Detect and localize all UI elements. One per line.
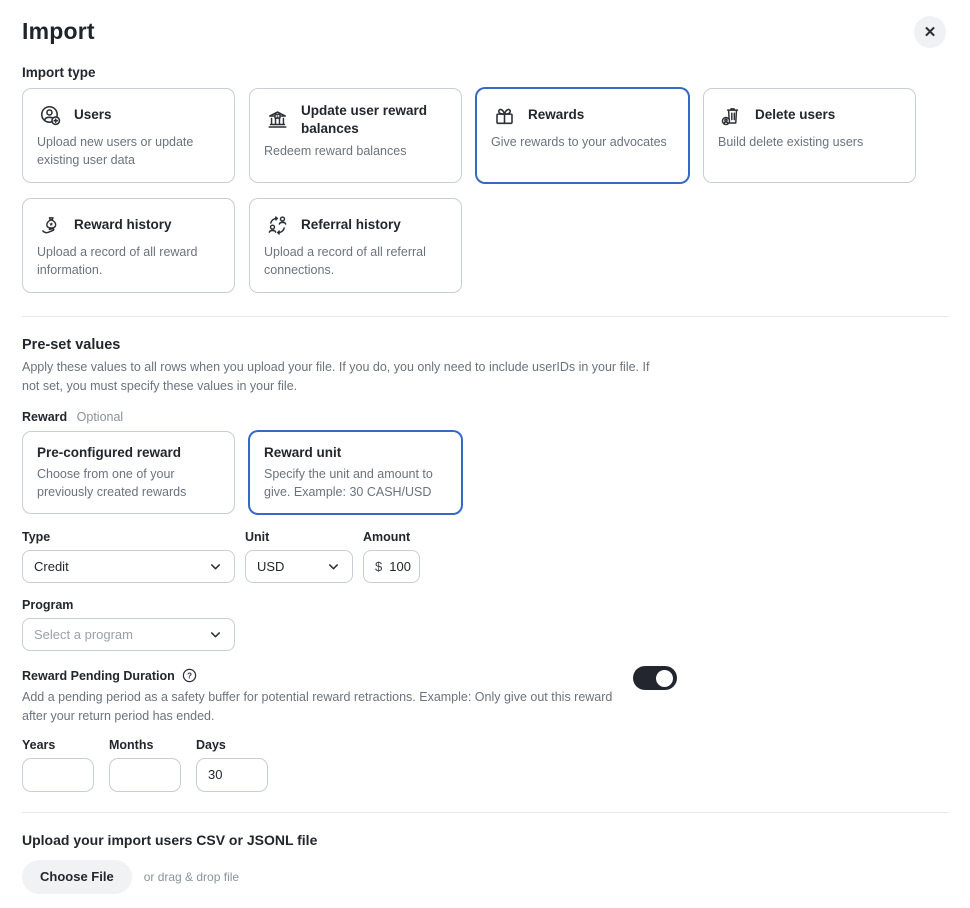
help-icon[interactable]: ? — [182, 668, 197, 683]
card-description: Build delete existing users — [718, 134, 901, 152]
choose-file-button[interactable]: Choose File — [22, 860, 132, 894]
gift-icon — [491, 102, 517, 128]
unit-label: Unit — [245, 530, 353, 544]
drag-drop-hint: or drag & drop file — [144, 870, 239, 884]
card-title: Update user reward balances — [301, 102, 447, 137]
upload-title: Upload your import users CSV or JSONL fi… — [22, 832, 948, 848]
program-label: Program — [22, 598, 948, 612]
reward-label: Reward — [22, 410, 67, 424]
bank-icon: $ — [264, 107, 290, 133]
pending-duration-section: Reward Pending Duration ? Add a pending … — [22, 668, 948, 792]
card-title: Referral history — [301, 216, 401, 234]
reward-optional-label: Optional — [77, 410, 124, 424]
card-title: Users — [74, 106, 112, 124]
import-card-users[interactable]: Users Upload new users or update existin… — [22, 88, 235, 183]
days-input[interactable] — [196, 758, 268, 792]
program-select[interactable]: Select a program — [22, 618, 235, 651]
card-description: Give rewards to your advocates — [491, 134, 674, 152]
close-button[interactable]: ✕ — [914, 16, 946, 48]
card-title: Rewards — [528, 106, 584, 124]
years-label: Years — [22, 738, 94, 752]
card-description: Upload a record of all reward informatio… — [37, 244, 220, 279]
pending-duration-label: Reward Pending Duration — [22, 669, 175, 683]
import-card-delete-users[interactable]: Delete users Build delete existing users — [703, 88, 916, 183]
chevron-down-icon — [208, 627, 223, 642]
years-input[interactable] — [22, 758, 94, 792]
page-title: Import — [22, 18, 95, 45]
card-preconfigured-reward[interactable]: Pre-configured reward Choose from one of… — [22, 431, 235, 515]
pending-duration-description: Add a pending period as a safety buffer … — [22, 688, 618, 726]
user-add-icon — [37, 102, 63, 128]
money-bag-hand-icon — [37, 212, 63, 238]
preset-description: Apply these values to all rows when you … — [22, 358, 670, 397]
card-title: Delete users — [755, 106, 835, 124]
import-dialog: Import ✕ Import type Users Upload new us… — [0, 0, 970, 908]
svg-text:?: ? — [187, 672, 192, 681]
pending-duration-toggle[interactable] — [633, 666, 677, 690]
card-description: Upload a record of all referral connecti… — [264, 244, 447, 279]
program-placeholder: Select a program — [34, 627, 133, 642]
toggle-knob — [656, 670, 673, 687]
card-title: Reward unit — [264, 444, 447, 462]
preset-title: Pre-set values — [22, 337, 948, 353]
import-type-cards: Users Upload new users or update existin… — [22, 88, 948, 293]
type-select[interactable]: Credit — [22, 550, 235, 583]
reward-unit-form-row: Type Credit Unit USD Amount $ 100 — [22, 530, 948, 583]
days-label: Days — [196, 738, 268, 752]
reward-label-row: Reward Optional — [22, 410, 948, 424]
months-input[interactable] — [109, 758, 181, 792]
section-divider — [22, 316, 948, 317]
type-select-value: Credit — [34, 559, 69, 574]
card-title: Pre-configured reward — [37, 444, 220, 462]
referral-cycle-icon — [264, 212, 290, 238]
delete-user-icon — [718, 102, 744, 128]
card-description: Redeem reward balances — [264, 143, 447, 161]
import-card-rewards[interactable]: Rewards Give rewards to your advocates — [476, 88, 689, 183]
card-description: Specify the unit and amount to give. Exa… — [264, 466, 447, 501]
amount-value: 100 — [389, 559, 411, 574]
card-description: Upload new users or update existing user… — [37, 134, 220, 169]
import-card-update-balances[interactable]: $ Update user reward balances Redeem rew… — [249, 88, 462, 183]
section-divider — [22, 812, 948, 813]
card-title: Reward history — [74, 216, 172, 234]
import-card-referral-history[interactable]: Referral history Upload a record of all … — [249, 198, 462, 293]
card-reward-unit[interactable]: Reward unit Specify the unit and amount … — [249, 431, 462, 515]
dialog-header: Import ✕ — [22, 18, 948, 48]
months-label: Months — [109, 738, 181, 752]
import-type-label: Import type — [22, 65, 948, 80]
chevron-down-icon — [326, 559, 341, 574]
amount-label: Amount — [363, 530, 420, 544]
type-label: Type — [22, 530, 235, 544]
import-card-reward-history[interactable]: Reward history Upload a record of all re… — [22, 198, 235, 293]
amount-input[interactable]: $ 100 — [363, 550, 420, 583]
close-icon: ✕ — [924, 23, 937, 41]
reward-type-cards: Pre-configured reward Choose from one of… — [22, 431, 948, 515]
unit-select[interactable]: USD — [245, 550, 353, 583]
currency-prefix: $ — [375, 559, 382, 574]
chevron-down-icon — [208, 559, 223, 574]
card-description: Choose from one of your previously creat… — [37, 466, 220, 501]
unit-select-value: USD — [257, 559, 284, 574]
